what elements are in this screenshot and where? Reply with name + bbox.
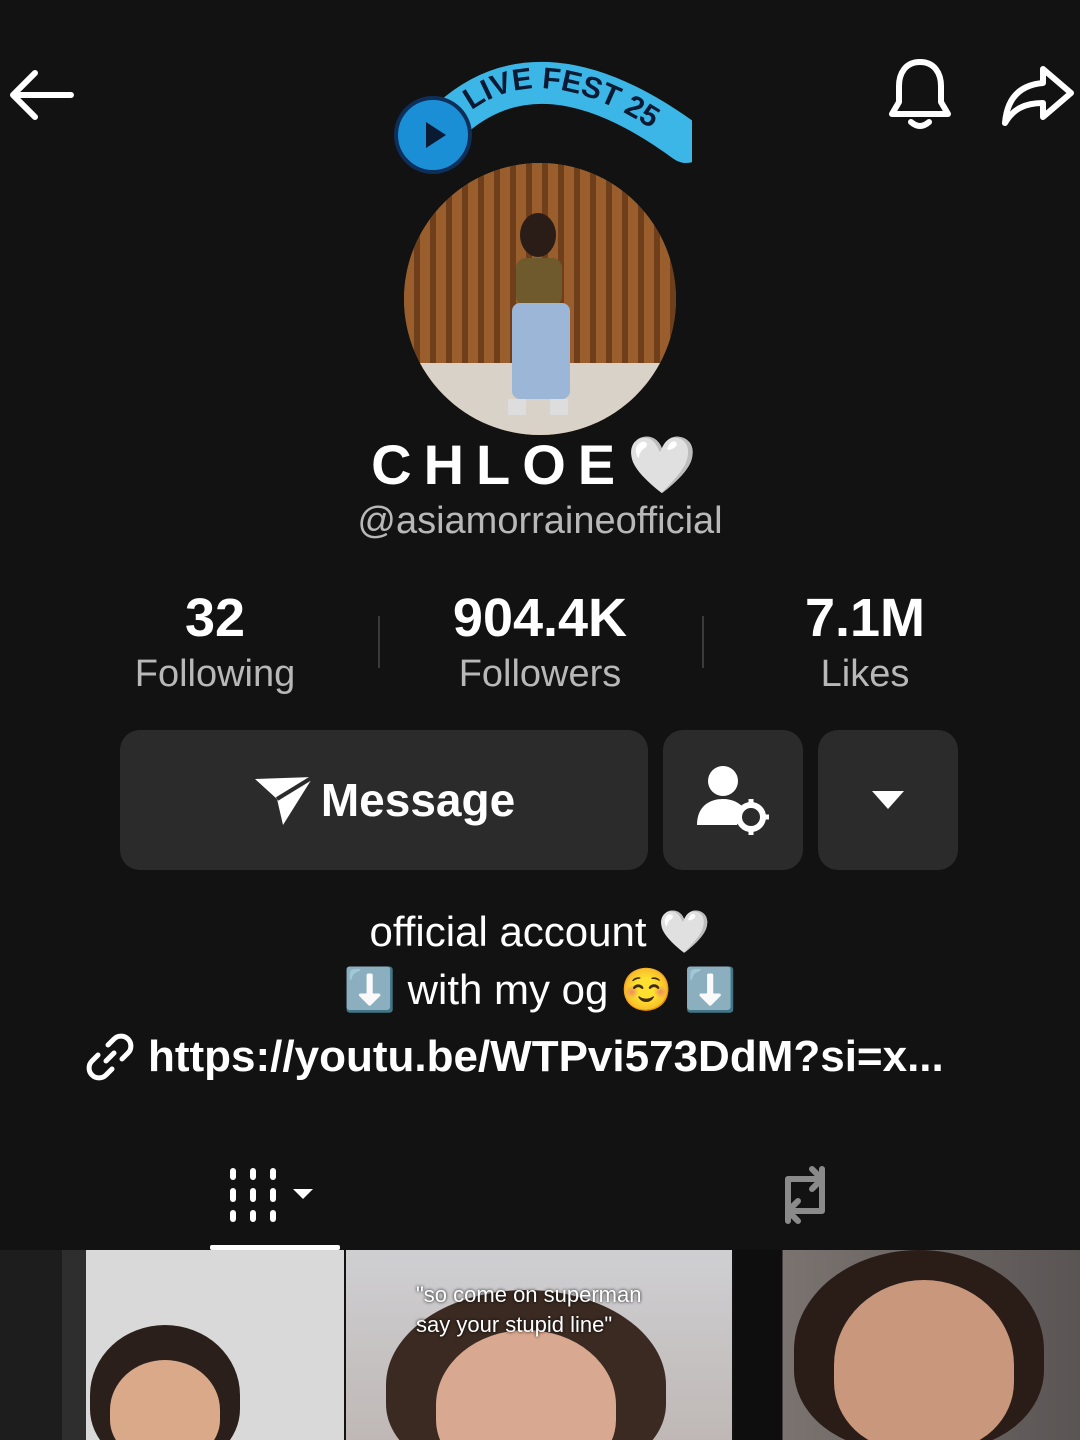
arrow-left-icon (10, 70, 74, 120)
grid-icon (230, 1168, 313, 1222)
user-settings-icon (697, 766, 769, 835)
message-label: Message (320, 774, 516, 826)
display-name: CHLOE🤍 (371, 433, 709, 496)
profile-stats: 32 Following 904.4K Followers 7.1M Likes (60, 588, 1020, 698)
stat-likes[interactable]: 7.1M Likes (715, 588, 1015, 700)
bio-link[interactable]: https://youtu.be/WTPvi573DdM?si=x... (86, 1032, 1006, 1082)
send-icon (254, 775, 314, 825)
repost-icon (785, 1166, 825, 1224)
video-thumbnail[interactable]: "so come on superman say your stupid lin… (346, 1250, 732, 1440)
caret-down-icon (872, 791, 904, 809)
live-ball-icon (394, 96, 472, 174)
video-thumbnail[interactable] (734, 1250, 1080, 1440)
username: @asiamorraineofficial (357, 500, 723, 542)
bio-line-1: official account 🤍 (369, 908, 711, 955)
back-button[interactable] (0, 55, 80, 135)
video-grid: "so come on superman say your stupid lin… (0, 1250, 1080, 1440)
avatar (404, 163, 676, 435)
thumbnail-face (834, 1280, 1014, 1440)
stat-followers[interactable]: 904.4K Followers (390, 588, 690, 700)
message-button[interactable]: Message (120, 730, 648, 870)
stat-divider (702, 616, 704, 668)
avatar-photo (404, 163, 676, 435)
stat-followers-label: Followers (458, 653, 622, 695)
video-caption: "so come on superman say your stupid lin… (416, 1282, 642, 1337)
stat-following-value: 32 (184, 588, 246, 648)
bio-link-text: https://youtu.be/WTPvi573DdM?si=x... (148, 1032, 944, 1081)
notifications-button[interactable] (880, 52, 960, 136)
friend-settings-button[interactable] (663, 730, 803, 870)
share-button[interactable] (995, 55, 1080, 135)
tab-videos[interactable] (210, 1140, 340, 1250)
stat-following[interactable]: 32 Following (65, 588, 365, 700)
stat-followers-value: 904.4K (452, 588, 628, 648)
more-options-button[interactable] (818, 730, 958, 870)
profile-avatar[interactable]: LIVE FEST 25 (392, 58, 692, 435)
link-icon (86, 1033, 134, 1081)
stat-likes-value: 7.1M (804, 588, 926, 648)
bell-icon (889, 59, 951, 129)
tab-reposts[interactable] (740, 1140, 870, 1250)
stat-divider (378, 616, 380, 668)
bio-line-2: ⬇️ with my og ☺️ ⬇️ (343, 966, 737, 1013)
stat-following-label: Following (134, 653, 296, 695)
share-arrow-icon (1001, 66, 1074, 126)
profile-tabs (0, 1140, 1080, 1250)
video-thumbnail[interactable] (0, 1250, 344, 1440)
stat-likes-label: Likes (820, 653, 910, 695)
